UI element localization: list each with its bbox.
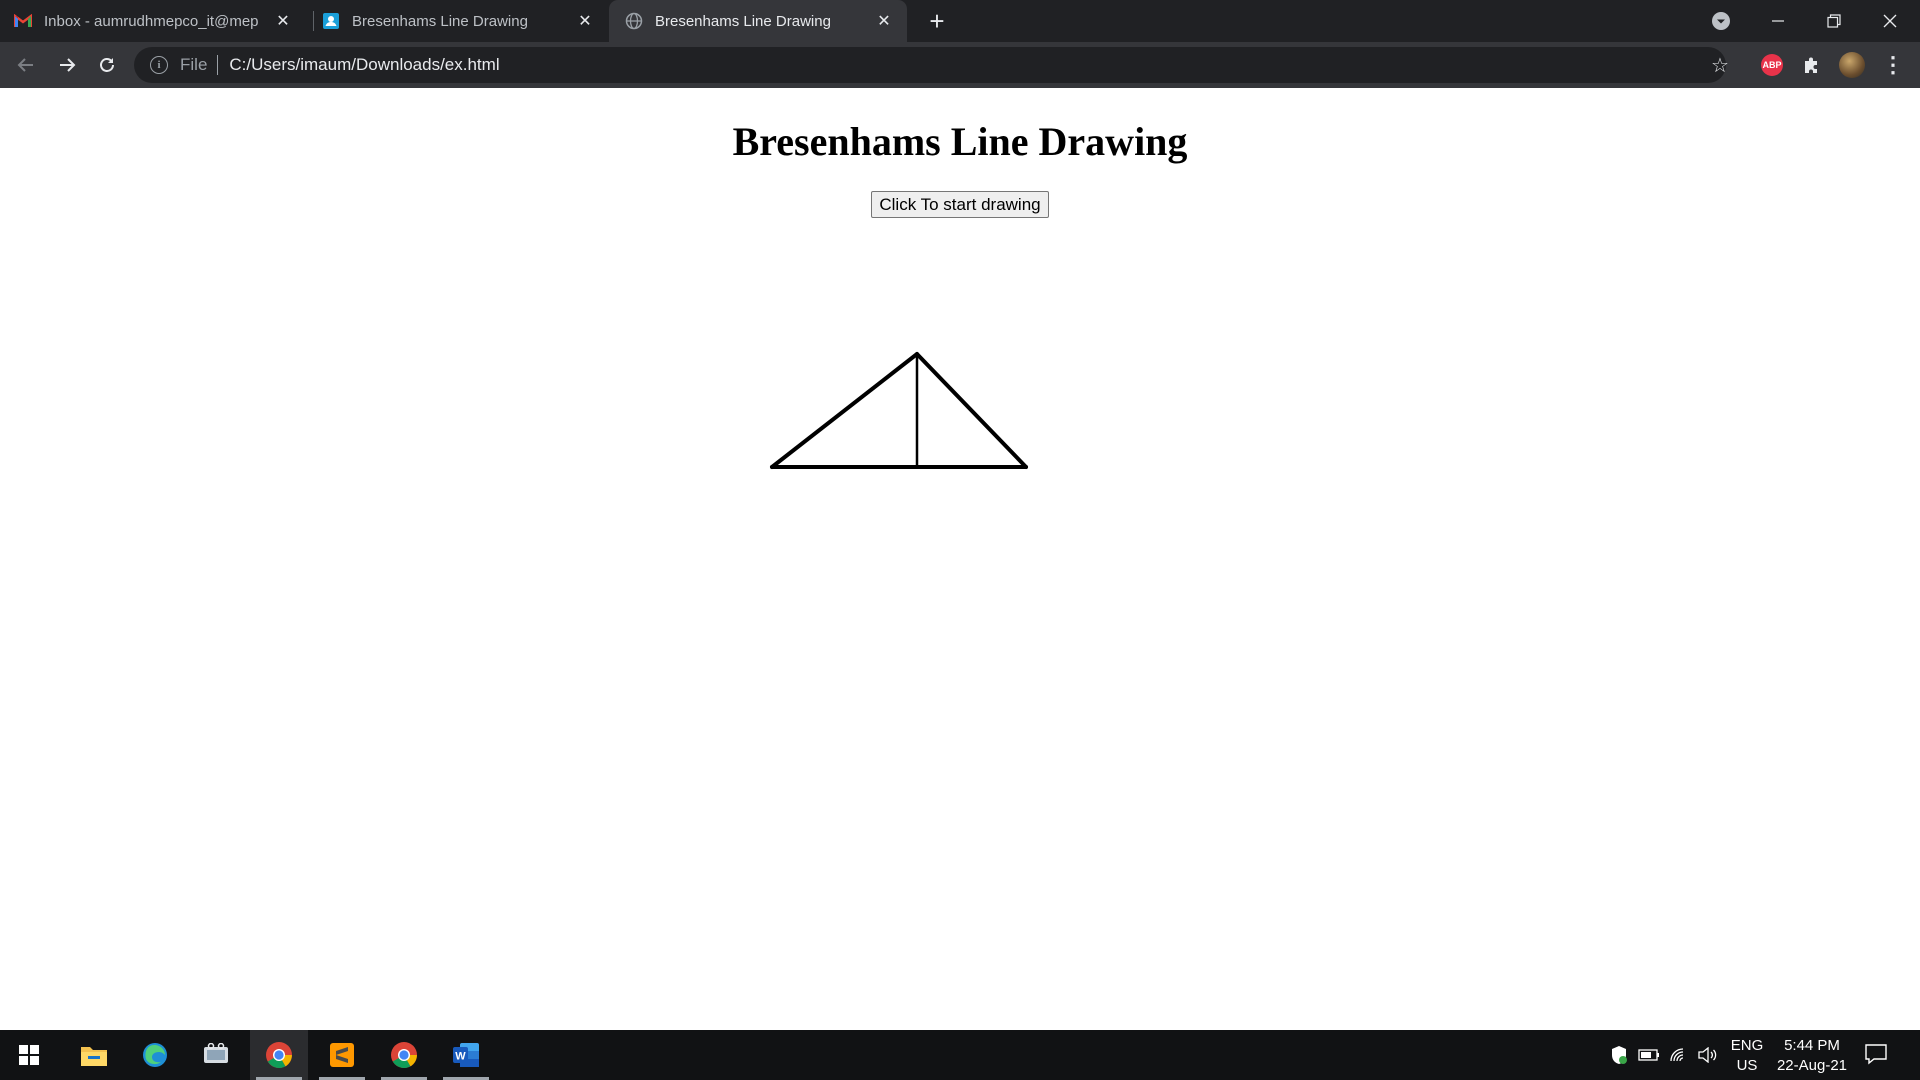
address-url[interactable]: C:/Users/imaum/Downloads/ex.html	[229, 55, 499, 75]
address-divider	[217, 55, 219, 75]
triangle-left-edge	[770, 352, 919, 469]
input-language[interactable]: ENG US	[1730, 1036, 1764, 1076]
web-page: Bresenhams Line Drawing Click To start d…	[0, 88, 1920, 1030]
back-arrow-icon[interactable]	[10, 49, 42, 81]
tab-divider	[313, 11, 314, 31]
edge-icon[interactable]	[126, 1030, 184, 1080]
close-icon[interactable]: ✕	[272, 10, 294, 32]
browser-tab-strip: Inbox - aumrudhmepco_it@mep ✕ Bresenhams…	[0, 0, 1920, 42]
address-bar[interactable]: i File C:/Users/imaum/Downloads/ex.html	[134, 47, 1726, 83]
windows-taskbar: W ENG US 5:44 PM 22-Aug-21	[0, 1030, 1920, 1080]
battery-icon[interactable]	[1636, 1030, 1662, 1080]
tab-bresenhams-1[interactable]: Bresenhams Line Drawing ✕	[322, 0, 608, 42]
clock-time: 5:44 PM	[1784, 1037, 1840, 1054]
info-icon[interactable]: i	[150, 56, 168, 74]
start-icon[interactable]	[0, 1030, 58, 1080]
chrome-icon[interactable]	[375, 1030, 433, 1080]
contacts-icon	[322, 12, 340, 30]
svg-text:W: W	[455, 1051, 466, 1063]
tab-title: Inbox - aumrudhmepco_it@mep	[44, 12, 259, 30]
tab-title: Bresenhams Line Drawing	[352, 12, 528, 30]
start-drawing-button[interactable]: Click To start drawing	[871, 191, 1049, 218]
chrome-icon[interactable]	[250, 1030, 308, 1080]
triangle-right-edge	[915, 352, 1028, 469]
language-code: ENG	[1730, 1037, 1764, 1054]
extensions-puzzle-icon[interactable]	[1799, 52, 1825, 78]
address-scheme: File	[180, 55, 208, 74]
new-tab-plus-icon[interactable]: +	[921, 5, 953, 37]
page-title: Bresenhams Line Drawing	[732, 119, 1188, 164]
browser-toolbar: i File C:/Users/imaum/Downloads/ex.html …	[0, 42, 1920, 88]
close-icon[interactable]: ✕	[873, 10, 895, 32]
language-region: US	[1736, 1057, 1758, 1074]
tab-bresenhams-2[interactable]: Bresenhams Line Drawing ✕	[609, 0, 907, 42]
bookmark-star-icon[interactable]: ☆	[1708, 53, 1732, 77]
globe-icon	[625, 12, 643, 30]
volume-icon[interactable]	[1694, 1030, 1722, 1080]
close-icon[interactable]: ✕	[574, 10, 596, 32]
profile-avatar-icon[interactable]	[1839, 52, 1865, 78]
clock-date: 22-Aug-21	[1776, 1057, 1848, 1074]
restore-icon[interactable]	[1806, 0, 1862, 42]
wifi-icon[interactable]	[1666, 1030, 1692, 1080]
forward-arrow-icon[interactable]	[51, 49, 83, 81]
system-clock[interactable]: 5:44 PM 22-Aug-21	[1772, 1036, 1852, 1076]
snipping-tool-icon[interactable]	[187, 1030, 245, 1080]
word-icon[interactable]: W	[437, 1030, 495, 1080]
tab-search-icon[interactable]	[1709, 9, 1733, 33]
sublime-text-icon[interactable]	[313, 1030, 371, 1080]
reload-icon[interactable]	[91, 49, 123, 81]
windows-security-icon[interactable]	[1606, 1030, 1632, 1080]
tab-title: Bresenhams Line Drawing	[655, 12, 831, 30]
file-explorer-icon[interactable]	[65, 1030, 123, 1080]
drawing-canvas	[770, 352, 1028, 469]
minimize-icon[interactable]	[1750, 0, 1806, 42]
gmail-icon	[14, 12, 32, 30]
tab-gmail-inbox[interactable]: Inbox - aumrudhmepco_it@mep ✕	[14, 0, 306, 42]
notification-center-icon[interactable]	[1864, 1042, 1890, 1068]
more-menu-icon[interactable]: ⋮	[1880, 52, 1906, 78]
adblock-plus-icon[interactable]: ABP	[1759, 52, 1785, 78]
window-close-icon[interactable]	[1862, 0, 1918, 42]
